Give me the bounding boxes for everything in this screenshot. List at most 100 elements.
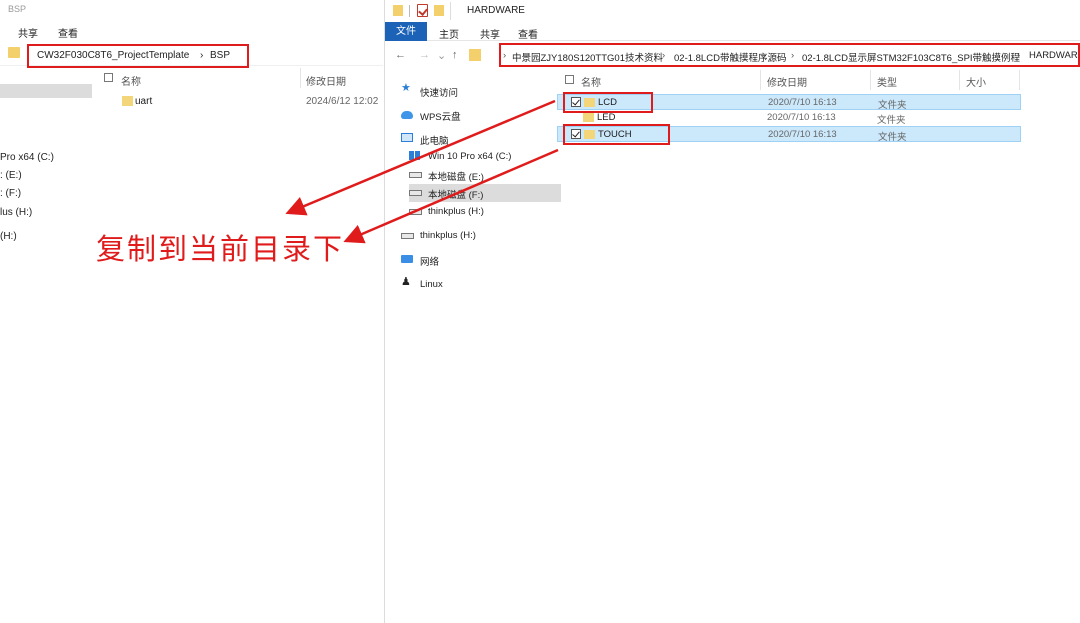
divider (409, 5, 410, 17)
tab-file[interactable]: 文件 (385, 22, 427, 41)
left-path-segment-2[interactable]: BSP (210, 50, 230, 61)
title-bar: HARDWARE (385, 0, 1080, 22)
navigation-bar: ← → ⌄ ↑ › 中景园ZJY180S120TTG01技术资料 › 02-1.… (385, 41, 1080, 71)
nav-drive-h[interactable]: thinkplus (H:) (409, 203, 561, 221)
left-path-segment-1[interactable]: CW32F030C8T6_ProjectTemplate (37, 50, 189, 61)
nav-drive-e[interactable]: 本地磁盘 (E:) (409, 166, 561, 184)
left-col-date[interactable]: 修改日期 (306, 73, 346, 88)
path-segment-4[interactable]: HARDWARE (1029, 50, 1078, 61)
left-nav-item[interactable]: : (E:) (0, 170, 22, 181)
navigation-pane: ★ 快速访问 WPS云盘 此电脑 Win 10 Pro x64 (C:) 本地磁… (385, 72, 561, 623)
recent-locations-icon[interactable]: ⌄ (437, 49, 446, 62)
nav-linux[interactable]: ♟ Linux (401, 276, 553, 294)
file-date: 2020/7/10 16:13 (767, 112, 836, 123)
left-file-row[interactable]: uart 2024/6/12 12:02 (104, 93, 383, 111)
nav-label: 网络 (420, 257, 440, 268)
left-window-title: BSP (8, 4, 27, 14)
col-name[interactable]: 名称 (581, 74, 601, 89)
drive-icon (409, 172, 422, 178)
nav-label: 快速访问 (420, 88, 459, 99)
star-icon: ★ (401, 82, 411, 94)
col-type[interactable]: 类型 (877, 74, 897, 89)
windows-drive-icon (409, 151, 420, 160)
back-arrow-icon[interactable]: ← (395, 49, 406, 61)
chevron-right-icon: › (503, 50, 507, 61)
path-segment-3[interactable]: 02-1.8LCD显示屏STM32F103C8T6_SPI带触摸例程 (802, 50, 1020, 64)
nav-label: Win 10 Pro x64 (C:) (428, 151, 512, 162)
drive-icon (409, 190, 422, 196)
file-date: 2020/7/10 16:13 (768, 97, 837, 108)
up-arrow-icon[interactable]: ↑ (452, 49, 458, 61)
left-nav-item[interactable]: Pro x64 (C:) (0, 152, 54, 163)
path-segment-2[interactable]: 02-1.8LCD带触摸程序源码 (674, 50, 786, 64)
properties-icon[interactable] (417, 4, 428, 17)
drive-icon (409, 209, 422, 215)
drive-icon (401, 233, 414, 239)
column-divider[interactable] (959, 70, 960, 90)
tab-view[interactable]: 查看 (518, 26, 538, 41)
right-explorer-window: HARDWARE 文件 主页 共享 查看 ← → ⌄ ↑ › 中景园ZJY180… (384, 0, 1080, 623)
left-path-highlight: CW32F030C8T6_ProjectTemplate › BSP (27, 44, 249, 68)
column-divider[interactable] (1019, 70, 1020, 90)
column-divider[interactable] (300, 68, 301, 88)
column-divider[interactable] (870, 70, 871, 90)
nav-drive-c[interactable]: Win 10 Pro x64 (C:) (409, 148, 561, 166)
nav-label: thinkplus (H:) (420, 230, 476, 241)
chevron-right-icon: › (200, 50, 204, 61)
divider (450, 2, 451, 20)
nav-this-pc[interactable]: 此电脑 (401, 130, 553, 148)
penguin-icon: ♟ (401, 276, 411, 288)
ribbon-tabs: 文件 主页 共享 查看 (385, 22, 1080, 41)
nav-label: Linux (420, 279, 443, 290)
nav-wps-cloud[interactable]: WPS云盘 (401, 106, 553, 124)
nav-label: 此电脑 (420, 136, 449, 147)
left-nav-item[interactable]: : (F:) (0, 188, 21, 199)
column-header: 名称 修改日期 类型 大小 (553, 70, 1080, 90)
left-col-name[interactable]: 名称 (121, 73, 141, 88)
file-type: 文件夹 (877, 115, 906, 126)
forward-arrow-icon[interactable]: → (419, 49, 430, 61)
file-name: LED (597, 112, 616, 123)
chevron-right-icon: › (662, 50, 666, 61)
nav-quick-access[interactable]: ★ 快速访问 (401, 82, 553, 100)
left-nav-selected-item[interactable] (0, 84, 92, 98)
column-divider[interactable] (760, 70, 761, 90)
nav-thinkplus[interactable]: thinkplus (H:) (401, 227, 553, 245)
left-nav-item[interactable]: (H:) (0, 231, 17, 242)
new-folder-icon[interactable] (434, 5, 444, 16)
tab-share[interactable]: 共享 (480, 26, 500, 41)
file-type: 文件夹 (878, 100, 907, 111)
right-path-highlight[interactable]: › 中景园ZJY180S120TTG01技术资料 › 02-1.8LCD带触摸程… (499, 43, 1080, 67)
folder-icon (8, 47, 20, 58)
folder-icon (122, 96, 133, 106)
file-date: 2020/7/10 16:13 (768, 129, 837, 140)
folder-icon (583, 113, 594, 122)
tab-home[interactable]: 主页 (439, 26, 459, 41)
folder-icon (393, 5, 403, 16)
left-file-date: 2024/6/12 12:02 (306, 96, 379, 107)
left-file-name: uart (135, 96, 153, 107)
col-date[interactable]: 修改日期 (767, 74, 807, 89)
left-tab-share[interactable]: 共享 (18, 25, 38, 40)
nav-label: 本地磁盘 (E:) (428, 172, 484, 183)
nav-label: WPS云盘 (420, 112, 461, 123)
path-segment-1[interactable]: 中景园ZJY180S120TTG01技术资料 (512, 50, 663, 64)
select-all-checkbox[interactable] (565, 75, 574, 84)
nav-label: thinkplus (H:) (428, 206, 484, 217)
left-nav-item[interactable]: lus (H:) (0, 207, 32, 218)
left-address-bar[interactable]: CW32F030C8T6_ProjectTemplate › BSP (0, 42, 383, 68)
nav-network[interactable]: 网络 (401, 251, 553, 269)
left-tab-view[interactable]: 查看 (58, 25, 78, 40)
pc-icon (401, 133, 413, 142)
nav-label: 本地磁盘 (F:) (428, 190, 484, 201)
chevron-right-icon: › (791, 50, 795, 61)
folder-icon (469, 49, 481, 61)
cloud-icon (401, 111, 413, 119)
nav-drive-f[interactable]: 本地磁盘 (F:) (409, 184, 561, 202)
left-explorer-window: BSP 共享 查看 CW32F030C8T6_ProjectTemplate ›… (0, 0, 383, 623)
col-size[interactable]: 大小 (966, 74, 986, 89)
window-title: HARDWARE (467, 5, 525, 16)
select-all-checkbox[interactable] (104, 73, 113, 82)
file-type: 文件夹 (878, 132, 907, 143)
lcd-highlight-box (563, 92, 653, 113)
